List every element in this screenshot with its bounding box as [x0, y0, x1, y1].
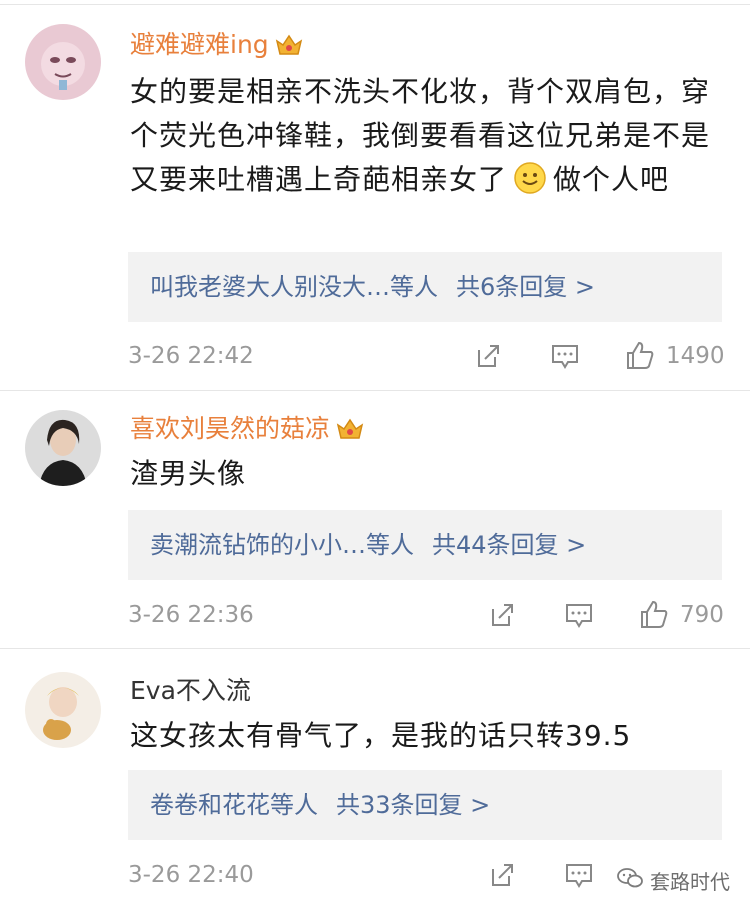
- reply-count-link[interactable]: 共6条回复 >: [456, 273, 595, 301]
- comment-item: 避难避难ing 女的要是相亲不洗头不化妆，背个双肩包，穿个荧光色冲锋鞋，我倒要看…: [0, 0, 750, 390]
- share-icon[interactable]: [474, 342, 502, 383]
- avatar[interactable]: [25, 672, 101, 748]
- reply-preview-box[interactable]: 卷卷和花花等人 共33条回复 >: [128, 770, 722, 840]
- reply-count-link[interactable]: 共33条回复 >: [336, 791, 490, 819]
- reply-preview-users[interactable]: 叫我老婆大人别没大…等人: [150, 273, 438, 301]
- comment-icon[interactable]: [564, 601, 594, 642]
- username[interactable]: 喜欢刘昊然的菇凉: [130, 414, 364, 448]
- thumbs-up-icon[interactable]: [638, 598, 670, 643]
- reply-preview-users[interactable]: 卷卷和花花等人: [150, 791, 318, 819]
- username[interactable]: Eva不入流: [130, 676, 251, 706]
- reply-count-link[interactable]: 共44条回复 >: [432, 531, 586, 559]
- avatar[interactable]: [25, 24, 101, 100]
- share-icon[interactable]: [488, 601, 516, 642]
- thumbs-up-icon[interactable]: [624, 339, 656, 384]
- share-icon[interactable]: [488, 861, 516, 902]
- crown-icon: [336, 417, 364, 448]
- comment-text: 女的要是相亲不洗头不化妆，背个双肩包，穿个荧光色冲锋鞋，我倒要看看这位兄弟是不是…: [130, 70, 730, 208]
- comment-text: 这女孩太有骨气了，是我的话只转39.5: [130, 719, 632, 752]
- timestamp: 3-26 22:42: [128, 343, 254, 369]
- comment-meta: 3-26 22:42 1490: [128, 336, 725, 376]
- like-count: 790: [680, 602, 724, 628]
- comment-text: 渣男头像: [130, 457, 247, 490]
- comment-meta: 3-26 22:36 790: [128, 595, 724, 635]
- crown-icon: [275, 33, 303, 64]
- wechat-icon: [616, 866, 644, 895]
- timestamp: 3-26 22:36: [128, 602, 254, 628]
- smile-emoji-icon: [513, 161, 547, 208]
- timestamp: 3-26 22:40: [128, 862, 254, 888]
- reply-preview-box[interactable]: 叫我老婆大人别没大…等人 共6条回复 >: [128, 252, 722, 322]
- comment-icon[interactable]: [550, 342, 580, 383]
- like-count: 1490: [666, 343, 725, 369]
- reply-preview-box[interactable]: 卖潮流钻饰的小小…等人 共44条回复 >: [128, 510, 722, 580]
- comment-icon[interactable]: [564, 861, 594, 902]
- watermark-text: 套路时代: [650, 870, 730, 894]
- username[interactable]: 避难避难ing: [130, 30, 303, 64]
- reply-preview-users[interactable]: 卖潮流钻饰的小小…等人: [150, 531, 414, 559]
- avatar[interactable]: [25, 410, 101, 486]
- comment-item: 喜欢刘昊然的菇凉 渣男头像 卖潮流钻饰的小小…等人 共44条回复 > 3-26 2…: [0, 390, 750, 648]
- watermark: 套路时代: [616, 866, 730, 895]
